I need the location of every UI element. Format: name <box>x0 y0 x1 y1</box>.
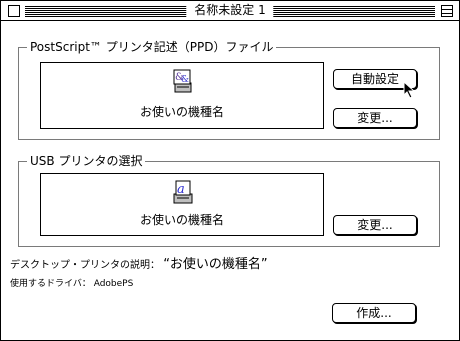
title-bar[interactable]: 名称未設定 1 <box>1 1 459 21</box>
zoom-box-button[interactable] <box>441 5 453 17</box>
svg-text:&: & <box>181 75 189 85</box>
svg-text:a: a <box>177 182 185 197</box>
close-box-button[interactable] <box>8 5 20 17</box>
ppd-printer-name: お使いの機種名 <box>139 105 224 119</box>
usb-printer-name: お使いの機種名 <box>139 213 224 227</box>
desktop-printer-value: “お使いの機種名” <box>163 257 268 272</box>
ppd-change-button[interactable]: 変更... <box>333 108 417 128</box>
usb-printer-box: a お使いの機種名 <box>40 173 324 236</box>
create-button[interactable]: 作成... <box>332 303 416 323</box>
ppd-printer-box: & & お使いの機種名 <box>40 62 324 129</box>
usb-change-button[interactable]: 変更... <box>333 215 417 235</box>
desktop-printer-label: デスクトップ・プリンタの説明： <box>10 260 160 271</box>
driver-label: 使用するドライバ： <box>10 279 91 289</box>
dialog-window: 名称未設定 1 PostScript™ プリンタ記述（PPD）ファイル & & … <box>0 0 460 341</box>
ppd-group-title: PostScript™ プリンタ記述（PPD）ファイル <box>27 40 277 55</box>
desktop-printer-description: デスクトップ・プリンタの説明： “お使いの機種名” <box>10 253 268 272</box>
desktop-printer-icon: a <box>173 180 193 204</box>
ppd-file-icon: & & <box>173 69 192 93</box>
driver-info: 使用するドライバ： AdobePS <box>10 276 133 289</box>
driver-value: AdobePS <box>93 279 134 289</box>
mouse-cursor-icon <box>403 81 416 99</box>
usb-group-title: USB プリンタの選択 <box>27 154 146 169</box>
usb-group: USB プリンタの選択 a お使いの機種名 変更... <box>18 154 440 247</box>
window-title: 名称未設定 1 <box>186 2 274 18</box>
ppd-group: PostScript™ プリンタ記述（PPD）ファイル & & お使いの機種名 … <box>18 40 440 140</box>
